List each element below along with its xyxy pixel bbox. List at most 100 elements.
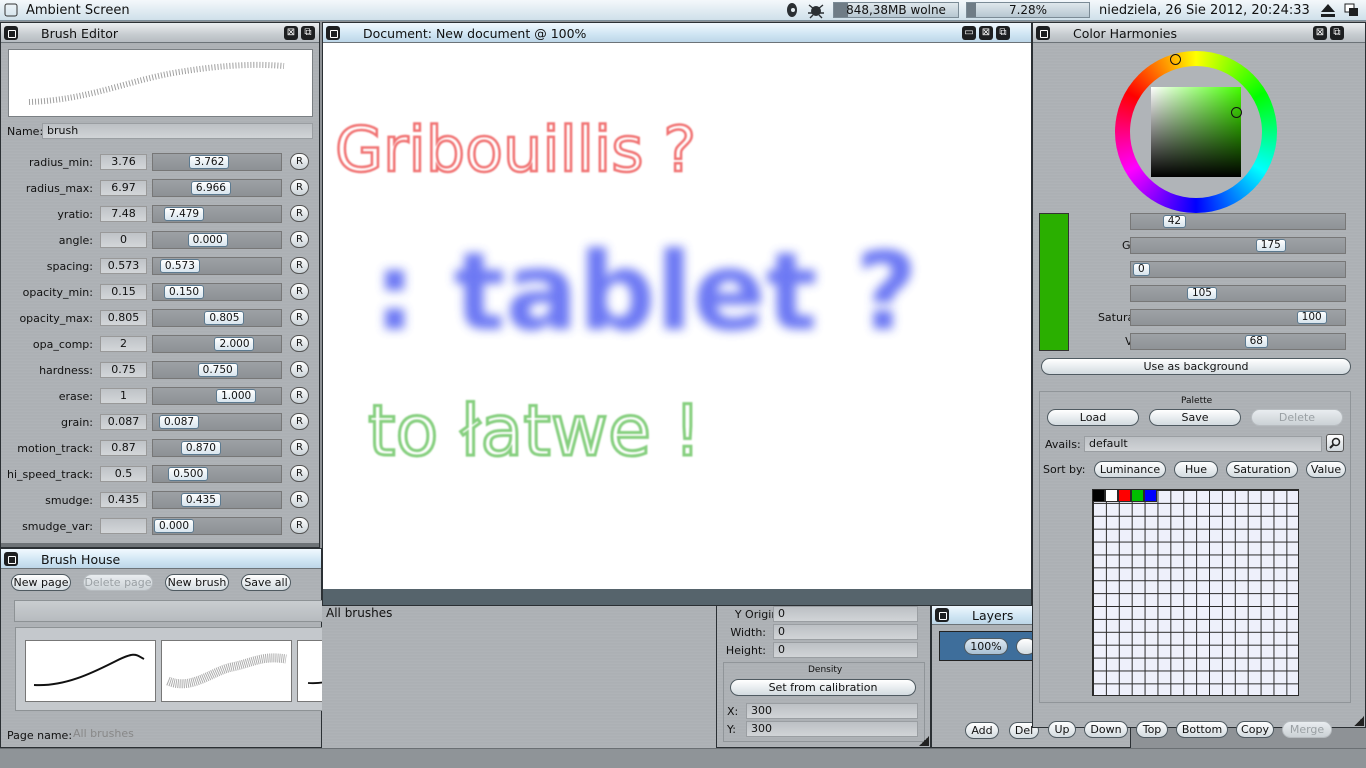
- param-slider[interactable]: 0.500: [152, 465, 282, 483]
- param-slider[interactable]: 0.805: [152, 309, 282, 327]
- color-slider-knob[interactable]: 100: [1296, 311, 1327, 324]
- param-slider[interactable]: 6.966: [152, 179, 282, 197]
- reset-button[interactable]: R: [290, 439, 309, 456]
- sort-saturation-button[interactable]: Saturation: [1226, 461, 1298, 478]
- param-slider[interactable]: 0.870: [152, 439, 282, 457]
- depth-icon[interactable]: ⧉: [1330, 26, 1344, 40]
- reset-button[interactable]: R: [290, 257, 309, 274]
- color-slider[interactable]: 42: [1130, 213, 1346, 230]
- screen-depth-gadget[interactable]: [4, 3, 18, 17]
- browse-palette-icon[interactable]: [1326, 434, 1344, 452]
- color-slider[interactable]: 100: [1130, 309, 1346, 326]
- reset-button[interactable]: R: [290, 413, 309, 430]
- document-titlebar[interactable]: Document: New document @ 100% ▭ ⊠ ⧉: [323, 23, 1031, 43]
- width-field[interactable]: 0: [773, 624, 918, 640]
- eject-icon[interactable]: [1320, 3, 1336, 22]
- param-value-field[interactable]: [100, 518, 147, 534]
- brush-name-field[interactable]: brush: [42, 123, 313, 139]
- param-slider-knob[interactable]: 6.966: [190, 181, 231, 195]
- screen-depth-icon[interactable]: [1344, 3, 1360, 22]
- param-slider[interactable]: 2.000: [152, 335, 282, 353]
- layer-bottom-button[interactable]: Bottom: [1176, 721, 1228, 738]
- color-harmonies-titlebar[interactable]: Color Harmonies ⊠ ⧉: [1033, 23, 1365, 43]
- saturation-value-square[interactable]: [1151, 87, 1241, 177]
- close-icon[interactable]: [4, 552, 18, 566]
- sv-handle[interactable]: [1231, 107, 1242, 118]
- sort-hue-button[interactable]: Hue: [1174, 461, 1218, 478]
- param-slider[interactable]: 0.150: [152, 283, 282, 301]
- layer-up-button[interactable]: Up: [1048, 721, 1076, 738]
- param-slider-knob[interactable]: 0.500: [168, 467, 209, 481]
- param-slider[interactable]: 0.087: [152, 413, 282, 431]
- eye-icon[interactable]: [785, 2, 799, 22]
- param-slider-knob[interactable]: 2.000: [214, 337, 255, 351]
- add-layer-button[interactable]: Add: [965, 722, 999, 739]
- param-slider-knob[interactable]: 0.750: [197, 363, 238, 377]
- save-all-button[interactable]: Save all: [241, 574, 291, 591]
- reset-button[interactable]: R: [290, 153, 309, 170]
- reset-button[interactable]: R: [290, 335, 309, 352]
- delete-palette-button[interactable]: Delete: [1251, 409, 1343, 426]
- param-value-field[interactable]: 0.805: [100, 310, 147, 326]
- close-icon[interactable]: [326, 26, 340, 40]
- iconify-icon[interactable]: ⊠: [284, 26, 298, 40]
- color-slider[interactable]: 68: [1130, 333, 1346, 350]
- param-value-field[interactable]: 0.87: [100, 440, 147, 456]
- param-slider-knob[interactable]: 0.435: [180, 493, 221, 507]
- reset-button[interactable]: R: [290, 491, 309, 508]
- layer-top-button[interactable]: Top: [1136, 721, 1168, 738]
- drawing-canvas[interactable]: Gribouillis ? : tablet ? to łatwe !: [323, 43, 1031, 589]
- avails-field[interactable]: default: [1084, 436, 1322, 452]
- param-slider-knob[interactable]: 0.870: [180, 441, 221, 455]
- reset-button[interactable]: R: [290, 387, 309, 404]
- color-slider-knob[interactable]: 105: [1186, 287, 1217, 300]
- close-icon[interactable]: [1036, 26, 1050, 40]
- reset-button[interactable]: R: [290, 309, 309, 326]
- param-slider-knob[interactable]: 0.150: [164, 285, 205, 299]
- palette-swatch[interactable]: [1092, 489, 1105, 502]
- param-slider[interactable]: 0.000: [152, 517, 282, 535]
- param-value-field[interactable]: 3.76: [100, 154, 147, 170]
- resize-handle[interactable]: [1354, 716, 1364, 726]
- param-value-field[interactable]: 2: [100, 336, 147, 352]
- set-from-calibration-button[interactable]: Set from calibration: [730, 679, 916, 696]
- depth-icon[interactable]: ⧉: [301, 26, 315, 40]
- color-slider-knob[interactable]: 42: [1162, 215, 1187, 228]
- param-slider[interactable]: 0.435: [152, 491, 282, 509]
- reset-button[interactable]: R: [290, 205, 309, 222]
- brush-thumb[interactable]: [161, 640, 292, 702]
- param-value-field[interactable]: 6.97: [100, 180, 147, 196]
- param-slider-knob[interactable]: 7.479: [164, 207, 205, 221]
- close-icon[interactable]: [935, 608, 949, 622]
- param-slider-knob[interactable]: 0.087: [159, 415, 200, 429]
- param-slider-knob[interactable]: 0.573: [159, 259, 200, 273]
- palette-swatch[interactable]: [1130, 489, 1144, 502]
- delete-page-button[interactable]: Delete page: [83, 574, 153, 591]
- param-slider-knob[interactable]: 3.762: [189, 155, 230, 169]
- new-page-button[interactable]: New page: [11, 574, 71, 591]
- reset-button[interactable]: R: [290, 179, 309, 196]
- param-value-field[interactable]: 0.5: [100, 466, 147, 482]
- sort-luminance-button[interactable]: Luminance: [1094, 461, 1166, 478]
- reset-button[interactable]: R: [290, 517, 309, 534]
- color-slider[interactable]: 175: [1130, 237, 1346, 254]
- param-value-field[interactable]: 1: [100, 388, 147, 404]
- layer-opacity[interactable]: 100%: [964, 638, 1008, 655]
- param-slider[interactable]: 0.000: [152, 231, 282, 249]
- hue-handle[interactable]: [1170, 54, 1181, 65]
- param-value-field[interactable]: 0.15: [100, 284, 147, 300]
- brush-thumb[interactable]: [25, 640, 156, 702]
- param-slider-knob[interactable]: 0.000: [154, 519, 194, 533]
- param-slider[interactable]: 3.762: [152, 153, 282, 171]
- color-slider-knob[interactable]: 0: [1133, 263, 1150, 276]
- color-slider[interactable]: 105: [1130, 285, 1346, 302]
- color-slider-knob[interactable]: 175: [1255, 239, 1286, 252]
- depth-icon[interactable]: ⧉: [996, 26, 1010, 40]
- bug-icon[interactable]: [806, 1, 826, 23]
- y-origin-field[interactable]: 0: [773, 606, 918, 622]
- reset-button[interactable]: R: [290, 465, 309, 482]
- param-value-field[interactable]: 0.435: [100, 492, 147, 508]
- param-slider-knob[interactable]: 0.000: [187, 233, 228, 247]
- param-slider-knob[interactable]: 0.805: [204, 311, 245, 325]
- reset-button[interactable]: R: [290, 231, 309, 248]
